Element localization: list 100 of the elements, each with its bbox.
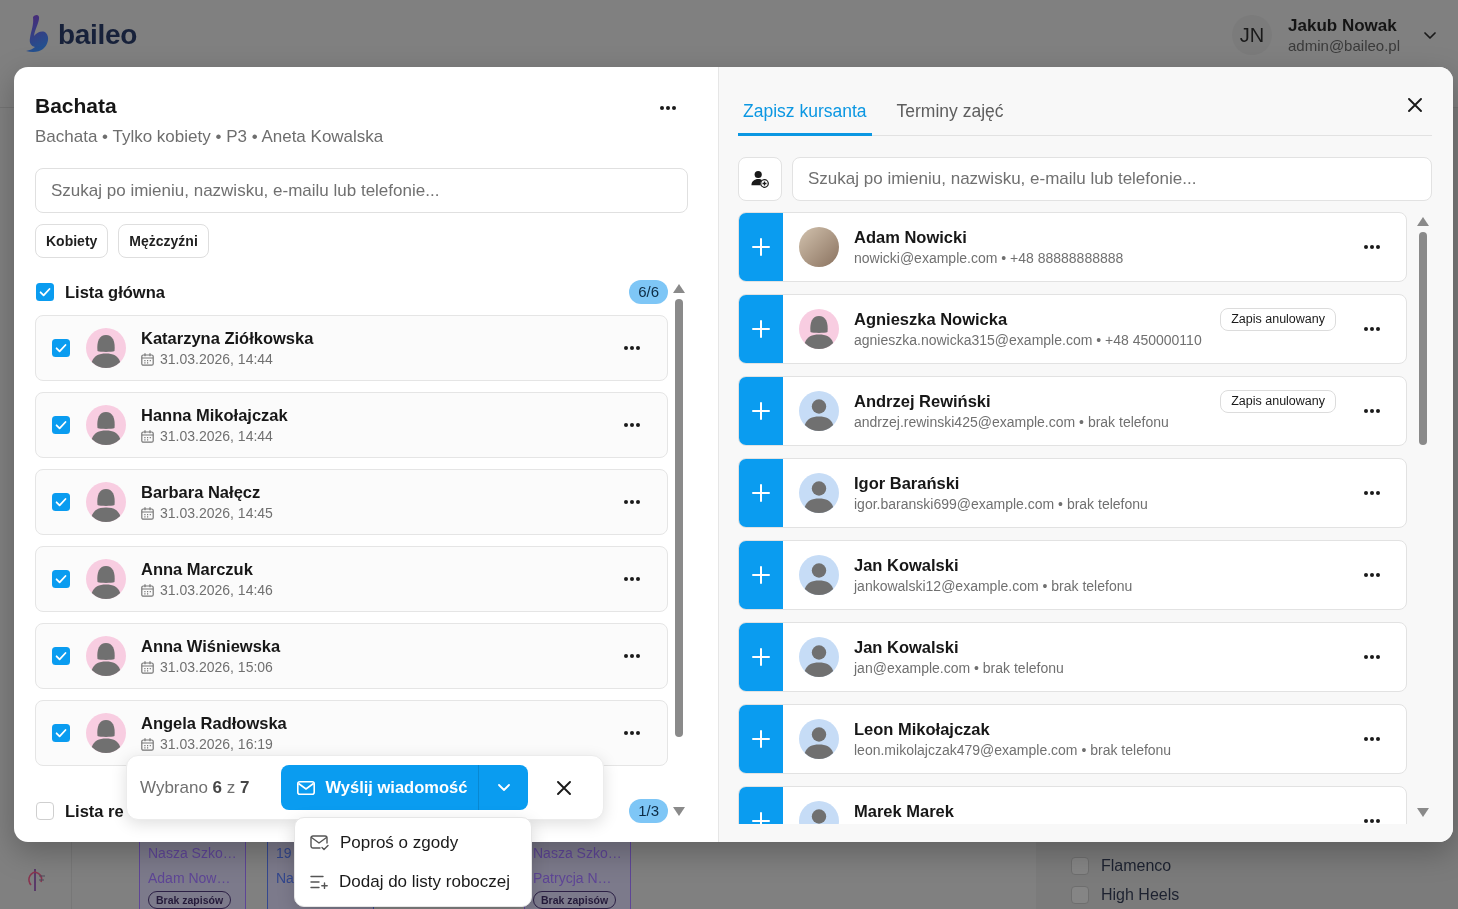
filter-label: Flamenco xyxy=(1101,856,1172,875)
more-icon[interactable] xyxy=(1364,737,1380,741)
logo-text: baileo xyxy=(58,19,138,51)
chevron-down-icon xyxy=(497,784,510,791)
avatar-icon xyxy=(799,391,839,431)
count-badge: 1/3 xyxy=(629,799,668,823)
close-icon[interactable] xyxy=(1408,98,1422,112)
more-icon[interactable] xyxy=(624,423,640,427)
more-icon[interactable] xyxy=(1364,573,1380,577)
more-icon[interactable] xyxy=(1364,819,1380,823)
photo-placeholder xyxy=(799,227,839,267)
search-field[interactable]: Szukaj po imieniu, nazwisku, e-mailu lub telefonie... xyxy=(35,168,688,213)
list-title: Lista re xyxy=(65,801,124,821)
student-contact: igor.baranski699@example.com • brak telefonu xyxy=(854,495,1148,514)
more-icon[interactable] xyxy=(1364,327,1380,331)
more-icon[interactable] xyxy=(1364,409,1380,413)
checkbox[interactable] xyxy=(52,724,70,742)
student-contact: jan@example.com • brak telefonu xyxy=(854,659,1064,678)
avatar-icon xyxy=(799,555,839,595)
avatar-icon xyxy=(86,559,126,599)
checkbox[interactable] xyxy=(52,416,70,434)
scroll-down-icon[interactable] xyxy=(673,807,685,816)
add-button[interactable] xyxy=(739,295,783,363)
member-name: Katarzyna Ziółkowska xyxy=(141,328,314,349)
avatar-icon xyxy=(86,405,126,445)
avatar-icon xyxy=(799,637,839,677)
add-button[interactable] xyxy=(739,213,783,281)
plus-icon xyxy=(752,484,770,502)
filter-chip[interactable]: Kobiety xyxy=(35,224,109,258)
list-title: Lista główna xyxy=(65,282,165,302)
signup-date: 31.03.2026, 14:45 xyxy=(160,504,273,523)
add-person-button[interactable] xyxy=(738,157,782,201)
more-icon[interactable] xyxy=(1364,245,1380,249)
student-name: Agnieszka Nowicka xyxy=(854,309,1008,330)
add-button[interactable] xyxy=(739,705,783,773)
school-logo-icon[interactable] xyxy=(25,868,46,892)
status-badge: Zapis anulowany xyxy=(1220,307,1336,331)
student-contact: nowicki@example.com • +48 88888888888 xyxy=(854,249,1124,268)
more-icon[interactable] xyxy=(1364,491,1380,495)
mail-check-icon xyxy=(310,834,329,851)
user-email: admin@baileo.pl xyxy=(1288,35,1400,56)
more-icon[interactable] xyxy=(624,577,640,581)
dropdown-toggle-button[interactable] xyxy=(478,765,529,810)
add-button[interactable] xyxy=(739,377,783,445)
scroll-down-icon[interactable] xyxy=(1417,808,1429,817)
checkbox[interactable] xyxy=(52,570,70,588)
checkbox[interactable] xyxy=(52,647,70,665)
avatar-icon xyxy=(86,482,126,522)
add-button[interactable] xyxy=(739,541,783,609)
plus-icon xyxy=(752,320,770,338)
student-name: Leon Mikołajczak xyxy=(854,719,990,740)
filter-chip[interactable]: Mężczyźni xyxy=(118,224,209,258)
more-icon[interactable] xyxy=(1364,655,1380,659)
more-icon[interactable] xyxy=(624,500,640,504)
mail-icon xyxy=(296,780,315,795)
scroll-up-icon[interactable] xyxy=(1417,217,1429,226)
student-name: Adam Nowicki xyxy=(854,227,967,248)
plus-icon xyxy=(752,402,770,420)
student-name: Andrzej Rewiński xyxy=(854,391,991,412)
filter-label: High Heels xyxy=(1101,885,1180,904)
signup-date: 31.03.2026, 14:46 xyxy=(160,581,273,600)
avatar-icon xyxy=(86,713,126,753)
calendar-icon xyxy=(141,737,154,751)
member-name: Hanna Mikołajczak xyxy=(141,405,288,426)
scrollbar-thumb[interactable] xyxy=(1419,232,1427,445)
checkbox[interactable] xyxy=(36,283,54,301)
list-plus-icon xyxy=(310,874,328,889)
student-name: Jan Kowalski xyxy=(854,637,959,658)
close-icon[interactable] xyxy=(557,780,572,795)
plus-icon xyxy=(752,648,770,666)
student-name: Jan Kowalski xyxy=(854,555,959,576)
count-badge: 6/6 xyxy=(629,280,668,304)
event-text: Na xyxy=(276,869,294,888)
avatar-icon xyxy=(799,719,839,759)
more-icon[interactable] xyxy=(624,654,640,658)
student-contact: agnieszka.nowicka315@example.com • +48 450000110 xyxy=(854,331,1202,350)
add-button[interactable] xyxy=(739,623,783,691)
scrollbar-thumb[interactable] xyxy=(675,299,683,737)
add-button[interactable] xyxy=(739,459,783,527)
tab[interactable]: Terminy zajęć xyxy=(891,90,1009,136)
user-avatar[interactable]: JN xyxy=(1232,15,1273,55)
more-icon[interactable] xyxy=(624,731,640,735)
plus-icon xyxy=(752,238,770,256)
checkbox[interactable] xyxy=(52,339,70,357)
checkbox[interactable] xyxy=(1071,856,1089,875)
user-name: Jakub Nowak xyxy=(1288,14,1397,36)
more-icon[interactable] xyxy=(660,106,676,110)
avatar-icon xyxy=(86,328,126,368)
scroll-up-icon[interactable] xyxy=(673,284,685,293)
checkbox[interactable] xyxy=(52,493,70,511)
more-icon[interactable] xyxy=(624,346,640,350)
student-name: Igor Barański xyxy=(854,473,960,494)
event-text: 19 xyxy=(276,844,292,863)
user-plus-icon xyxy=(751,170,769,188)
signup-date: 31.03.2026, 15:06 xyxy=(160,658,273,677)
member-name: Anna Marczuk xyxy=(141,559,253,580)
student-contact: jankowalski12@example.com • brak telefonu xyxy=(854,577,1133,596)
chevron-down-icon[interactable] xyxy=(1424,31,1436,39)
search-field[interactable]: Szukaj po imieniu, nazwisku, e-mailu lub telefonie... xyxy=(792,157,1432,201)
plus-icon xyxy=(752,730,770,748)
